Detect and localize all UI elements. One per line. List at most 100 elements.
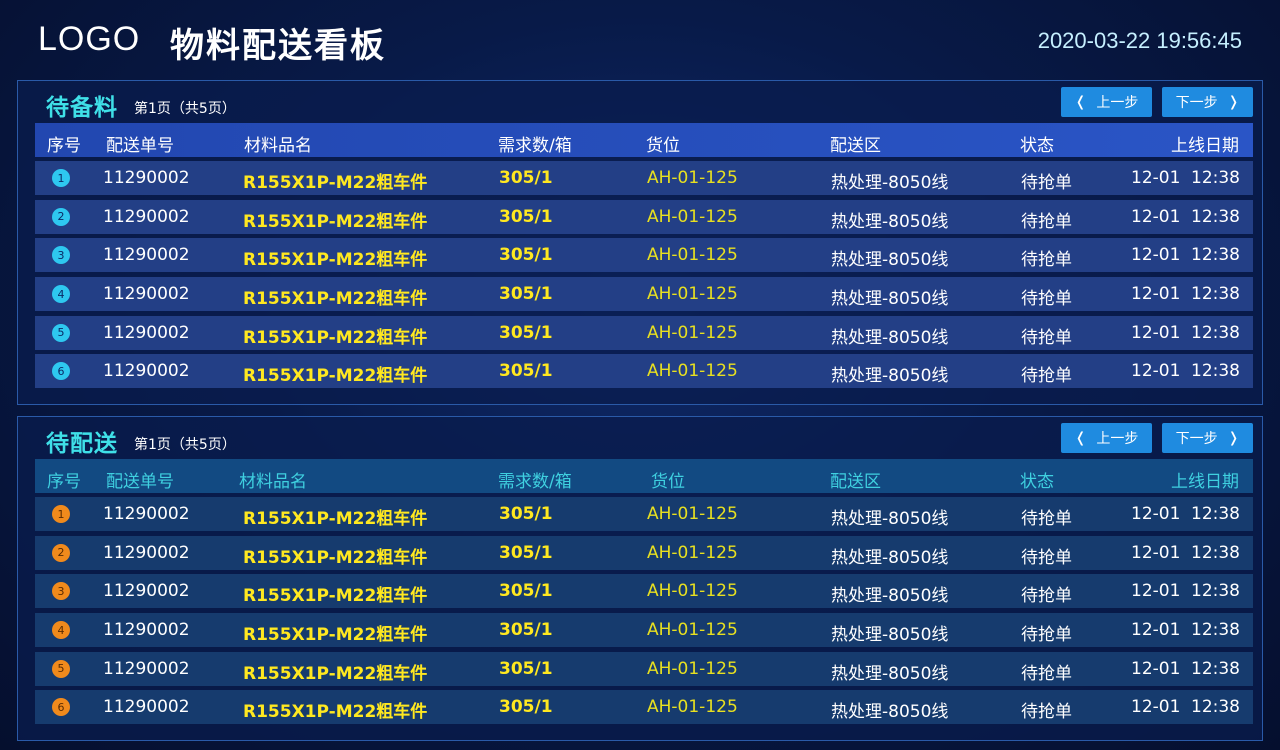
table-row[interactable]: 5 11290002 R155X1P-M22粗车件 305/1 AH-01-125 热处理…	[35, 651, 1253, 686]
col-location: 货位	[646, 136, 680, 156]
cell-material: R155X1P-M22粗车件	[243, 586, 428, 607]
cell-order: 11290002	[103, 620, 190, 641]
cell-qty: 305/1	[499, 284, 553, 305]
cell-zone: 热处理-8050线	[831, 663, 949, 684]
cell-material: R155X1P-M22粗车件	[243, 173, 428, 193]
cell-date: 12-01	[1131, 542, 1181, 563]
table-row[interactable]: 3 11290002 R155X1P-M22粗车件 305/1 AH-01-125 热处理…	[35, 574, 1253, 609]
prev-step-button[interactable]: ❬ 上一步	[1061, 423, 1152, 453]
cell-location: AH-01-125	[647, 504, 738, 524]
cell-time: 12:38	[1191, 504, 1240, 524]
row-index-badge: 1	[52, 169, 70, 187]
cell-status: 待抢单	[1021, 663, 1072, 684]
next-step-button[interactable]: 下一步 ❭	[1162, 423, 1253, 453]
cell-qty: 305/1	[499, 168, 553, 188]
cell-material: R155X1P-M22粗车件	[243, 211, 428, 232]
cell-order: 11290002	[103, 206, 190, 227]
row-index-badge: 5	[52, 323, 70, 342]
cell-location: AH-01-125	[647, 361, 738, 382]
cell-qty: 305/1	[499, 361, 553, 382]
cell-order: 11290002	[103, 504, 190, 524]
cell-location: AH-01-125	[647, 322, 738, 343]
next-step-button[interactable]: 下一步 ❭	[1162, 87, 1253, 117]
row-index-badge: 3	[52, 246, 70, 265]
col-location: 货位	[651, 472, 685, 492]
cell-material: R155X1P-M22粗车件	[243, 625, 428, 646]
page-info: 第1页（共5页）	[134, 437, 236, 453]
cell-zone: 热处理-8050线	[831, 366, 949, 387]
cell-date: 12-01	[1131, 284, 1181, 305]
cell-date: 12-01	[1131, 581, 1181, 602]
prev-step-button[interactable]: ❬ 上一步	[1061, 87, 1152, 117]
cell-status: 待抢单	[1021, 173, 1072, 193]
cell-status: 待抢单	[1021, 509, 1072, 529]
cell-order: 11290002	[103, 322, 190, 343]
cell-time: 12:38	[1191, 284, 1240, 305]
cell-zone: 热处理-8050线	[831, 327, 949, 348]
cell-location: AH-01-125	[647, 206, 738, 227]
cell-zone: 热处理-8050线	[831, 289, 949, 310]
col-zone: 配送区	[830, 136, 881, 156]
cell-date: 12-01	[1131, 206, 1181, 227]
chevron-left-icon: ❬	[1074, 430, 1087, 446]
cell-material: R155X1P-M22粗车件	[243, 547, 428, 568]
cell-order: 11290002	[103, 284, 190, 305]
table-row[interactable]: 1 11290002 R155X1P-M22粗车件 305/1 AH-01-125 热处理…	[35, 497, 1253, 531]
chevron-right-icon: ❭	[1227, 430, 1240, 446]
cell-qty: 305/1	[499, 206, 553, 227]
cell-location: AH-01-125	[647, 245, 738, 266]
cell-order: 11290002	[103, 361, 190, 382]
row-index-badge: 1	[52, 505, 70, 523]
cell-time: 12:38	[1191, 245, 1240, 266]
table-row[interactable]: 6 11290002 R155X1P-M22粗车件 305/1 AH-01-125 热处理…	[35, 354, 1253, 389]
row-index-badge: 6	[52, 362, 70, 381]
cell-material: R155X1P-M22粗车件	[243, 663, 428, 684]
cell-time: 12:38	[1191, 168, 1240, 188]
page-title: 物料配送看板	[170, 26, 386, 66]
cell-date: 12-01	[1131, 504, 1181, 524]
table-row[interactable]: 2 11290002 R155X1P-M22粗车件 305/1 AH-01-125 热处理…	[35, 535, 1253, 570]
row-index-badge: 6	[52, 698, 70, 717]
cell-status: 待抢单	[1021, 327, 1072, 348]
cell-order: 11290002	[103, 658, 190, 679]
row-index-badge: 5	[52, 659, 70, 678]
col-qty: 需求数/箱	[498, 136, 572, 156]
cell-status: 待抢单	[1021, 586, 1072, 607]
cell-time: 12:38	[1191, 206, 1240, 227]
row-index-badge: 4	[52, 621, 70, 640]
table-header: 序号 配送单号 材料品名 需求数/箱 货位 配送区 状态 上线日期	[35, 459, 1253, 493]
cell-status: 待抢单	[1021, 289, 1072, 310]
table-row[interactable]: 6 11290002 R155X1P-M22粗车件 305/1 AH-01-125 热处理…	[35, 690, 1253, 725]
col-index: 序号	[47, 136, 81, 156]
page-info: 第1页（共5页）	[134, 101, 236, 117]
table-row[interactable]: 3 11290002 R155X1P-M22粗车件 305/1 AH-01-125 热处理…	[35, 238, 1253, 273]
cell-time: 12:38	[1191, 322, 1240, 343]
cell-material: R155X1P-M22粗车件	[243, 289, 428, 310]
col-date: 上线日期	[1171, 472, 1239, 492]
panel-pending-material: 待备料 第1页（共5页） ❬ 上一步 下一步 ❭ 序号 配送单号 材料品名 需求…	[17, 80, 1263, 405]
cell-date: 12-01	[1131, 245, 1181, 266]
cell-status: 待抢单	[1021, 211, 1072, 232]
cell-material: R155X1P-M22粗车件	[243, 366, 428, 387]
cell-time: 12:38	[1191, 658, 1240, 679]
table-row[interactable]: 5 11290002 R155X1P-M22粗车件 305/1 AH-01-125 热处理…	[35, 315, 1253, 350]
cell-order: 11290002	[103, 542, 190, 563]
cell-zone: 热处理-8050线	[831, 702, 949, 723]
cell-qty: 305/1	[499, 581, 553, 602]
row-index-badge: 2	[52, 543, 70, 562]
table-row[interactable]: 4 11290002 R155X1P-M22粗车件 305/1 AH-01-125 热处理…	[35, 277, 1253, 312]
cell-qty: 305/1	[499, 322, 553, 343]
panel-title: 待配送	[46, 431, 118, 457]
cell-zone: 热处理-8050线	[831, 250, 949, 271]
chevron-right-icon: ❭	[1227, 94, 1240, 110]
cell-status: 待抢单	[1021, 625, 1072, 646]
cell-order: 11290002	[103, 245, 190, 266]
col-order: 配送单号	[106, 136, 174, 156]
table-row[interactable]: 1 11290002 R155X1P-M22粗车件 305/1 AH-01-125 热处理…	[35, 161, 1253, 195]
next-step-label: 下一步	[1175, 95, 1218, 111]
cell-location: AH-01-125	[647, 168, 738, 188]
table-row[interactable]: 2 11290002 R155X1P-M22粗车件 305/1 AH-01-125 热处理…	[35, 199, 1253, 234]
table-row[interactable]: 4 11290002 R155X1P-M22粗车件 305/1 AH-01-125 热处理…	[35, 613, 1253, 648]
cell-location: AH-01-125	[647, 284, 738, 305]
cell-status: 待抢单	[1021, 547, 1072, 568]
